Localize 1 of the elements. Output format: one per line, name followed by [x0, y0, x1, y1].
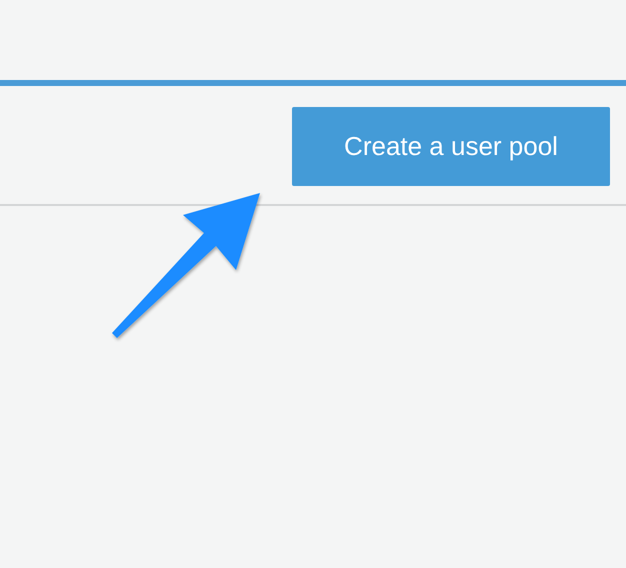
create-user-pool-button[interactable]: Create a user pool [292, 107, 610, 186]
